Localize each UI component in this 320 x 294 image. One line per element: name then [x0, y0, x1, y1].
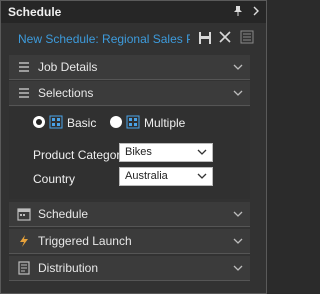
chevron-down-icon[interactable]	[232, 61, 244, 73]
schedule-name-row: New Schedule: Regional Sales Publicat...	[1, 23, 266, 53]
list-icon	[19, 88, 29, 98]
selections-body: Basic Multiple Product Category Bikes Co…	[9, 107, 250, 199]
chevron-right-icon[interactable]	[250, 5, 262, 17]
product-category-label: Product Category	[33, 148, 127, 162]
country-select[interactable]: Australia	[119, 167, 213, 186]
panel-titlebar: Schedule	[1, 1, 266, 23]
chevron-down-icon[interactable]	[232, 262, 244, 274]
product-category-value: Bikes	[125, 146, 152, 158]
section-schedule[interactable]: Schedule	[9, 202, 250, 227]
lightning-icon	[20, 235, 28, 247]
save-icon[interactable]	[198, 31, 212, 45]
radio-multiple-label[interactable]: Multiple	[144, 116, 185, 130]
chevron-down-icon[interactable]	[232, 235, 244, 247]
schedule-panel: Schedule New Schedule: Regional Sales Pu…	[0, 0, 267, 294]
radio-basic[interactable]	[33, 116, 45, 128]
calendar-icon	[17, 208, 31, 221]
close-icon[interactable]	[218, 30, 232, 44]
chevron-down-icon[interactable]	[232, 208, 244, 220]
selection-mode: Basic Multiple	[9, 111, 250, 131]
chevron-down-icon	[197, 149, 207, 155]
product-category-select[interactable]: Bikes	[119, 143, 213, 162]
section-label: Triggered Launch	[38, 234, 132, 248]
section-triggered-launch[interactable]: Triggered Launch	[9, 229, 250, 254]
list-options-icon[interactable]	[240, 30, 254, 44]
chevron-down-icon[interactable]	[232, 87, 244, 99]
distribution-icon	[18, 261, 30, 275]
country-label: Country	[33, 172, 76, 186]
section-selections[interactable]: Selections	[9, 81, 250, 106]
section-distribution[interactable]: Distribution	[9, 256, 250, 281]
section-label: Selections	[38, 86, 94, 100]
chevron-down-icon	[197, 173, 207, 179]
schedule-name[interactable]: New Schedule: Regional Sales Publicat...	[18, 32, 190, 46]
section-job-details[interactable]: Job Details	[9, 55, 250, 80]
grid-icon	[126, 115, 140, 129]
section-label: Distribution	[38, 261, 99, 275]
pin-icon[interactable]	[232, 5, 244, 17]
list-icon	[19, 62, 29, 72]
section-label: Job Details	[38, 60, 98, 74]
country-value: Australia	[125, 170, 168, 182]
grid-icon	[49, 115, 63, 129]
section-label: Schedule	[38, 207, 89, 221]
radio-basic-label[interactable]: Basic	[67, 116, 96, 130]
radio-multiple[interactable]	[110, 116, 122, 128]
panel-title: Schedule	[8, 5, 62, 19]
